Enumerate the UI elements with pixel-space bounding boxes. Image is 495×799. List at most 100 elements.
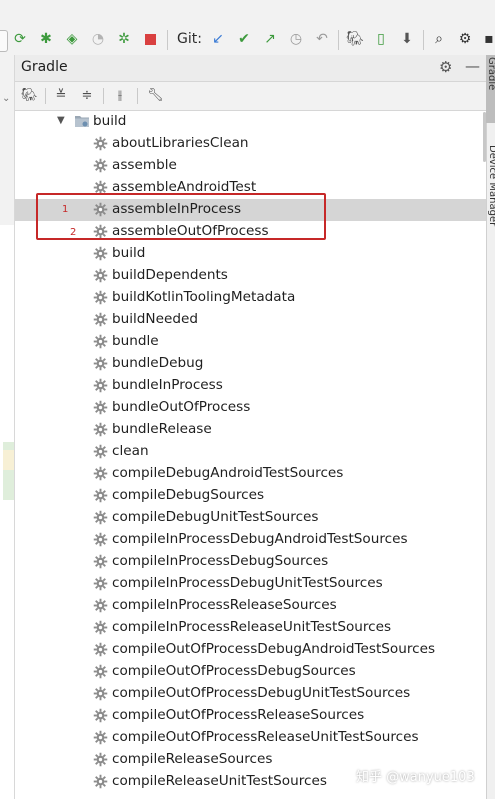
task-label: compileOutOfProcessReleaseSources bbox=[112, 707, 365, 723]
git-update-icon[interactable]: ↙ bbox=[210, 31, 226, 47]
task-label: compileOutOfProcessReleaseUnitTestSource… bbox=[112, 729, 419, 745]
tree-task-row[interactable]: compileInProcessDebugSources bbox=[15, 551, 486, 573]
main-toolbar: ⟳ ✱ ◈ ◔ ✲ Git: ↙ ✔ ↗ ◷ ↶ 🐘︎ ▯ ⬇ ⌕ ⚙ ▪ bbox=[0, 0, 495, 55]
stop-icon[interactable] bbox=[142, 31, 158, 47]
task-label: clean bbox=[112, 443, 149, 459]
settings-icon[interactable]: ⚙ bbox=[457, 31, 473, 47]
task-label: compileReleaseSources bbox=[112, 751, 273, 767]
gear-icon bbox=[93, 510, 108, 525]
git-push-icon[interactable]: ↗ bbox=[262, 31, 278, 47]
expand-arrow-icon[interactable]: ▼ bbox=[57, 115, 65, 126]
git-label: Git: bbox=[177, 31, 202, 47]
tree-task-row[interactable]: bundleInProcess bbox=[15, 375, 486, 397]
tree-task-row[interactable]: compileInProcessDebugUnitTestSources bbox=[15, 573, 486, 595]
task-label: compileDebugSources bbox=[112, 487, 265, 503]
tree-task-row[interactable]: buildNeeded bbox=[15, 309, 486, 331]
tree-node-build-folder[interactable]: ▼ build bbox=[15, 111, 486, 133]
collapse-all-icon[interactable]: ≑ bbox=[79, 88, 95, 104]
tree-task-row[interactable]: compileDebugSources bbox=[15, 485, 486, 507]
annotation-number: 2 bbox=[70, 227, 77, 238]
gear-icon bbox=[93, 620, 108, 635]
task-label: bundleDebug bbox=[112, 355, 204, 371]
tree-task-row[interactable]: bundle bbox=[15, 331, 486, 353]
overflow-icon[interactable]: ▪ bbox=[481, 31, 495, 47]
toggle-offline-icon[interactable]: ⫲ bbox=[112, 88, 128, 104]
debug-icon[interactable]: ✱ bbox=[38, 31, 54, 47]
search-icon[interactable]: ⌕ bbox=[431, 31, 447, 47]
tree-task-row[interactable]: compileInProcessReleaseSources bbox=[15, 595, 486, 617]
git-rollback-icon[interactable]: ↶ bbox=[314, 31, 330, 47]
panel-title: Gradle bbox=[21, 59, 68, 75]
sync-gradle-icon[interactable]: 🐘︎ bbox=[346, 31, 364, 47]
gear-icon[interactable]: ⚙ bbox=[439, 58, 452, 76]
tree-task-row[interactable]: aboutLibrariesClean bbox=[15, 133, 486, 155]
task-label: buildKotlinToolingMetadata bbox=[112, 289, 296, 305]
task-label: bundleRelease bbox=[112, 421, 212, 437]
task-label: build bbox=[112, 245, 146, 261]
tree-task-row[interactable]: build bbox=[15, 243, 486, 265]
editor-gutter: ⌄ bbox=[0, 55, 15, 799]
rerun-icon[interactable]: ⟳ bbox=[12, 31, 28, 47]
tree-task-row[interactable]: compileDebugAndroidTestSources bbox=[15, 463, 486, 485]
tab-gradle-label: Gradle bbox=[486, 57, 495, 91]
gear-icon bbox=[93, 664, 108, 679]
git-history-icon[interactable]: ◷ bbox=[288, 31, 304, 47]
tree-task-row[interactable]: compileInProcessReleaseUnitTestSources bbox=[15, 617, 486, 639]
tree-task-row[interactable]: compileOutOfProcessReleaseSources bbox=[15, 705, 486, 727]
tree-task-row[interactable]: compileInProcessDebugAndroidTestSources bbox=[15, 529, 486, 551]
gear-icon bbox=[93, 334, 108, 349]
gear-icon bbox=[93, 268, 108, 283]
expand-all-icon[interactable]: ≚ bbox=[53, 88, 69, 104]
tree-task-row[interactable]: compileOutOfProcessDebugAndroidTestSourc… bbox=[15, 639, 486, 661]
task-label: assemble bbox=[112, 157, 177, 173]
git-commit-icon[interactable]: ✔ bbox=[236, 31, 252, 47]
tree-task-row[interactable]: bundleRelease bbox=[15, 419, 486, 441]
tab-gradle[interactable]: Gradle bbox=[486, 55, 495, 123]
gear-icon bbox=[93, 400, 108, 415]
device-manager-icon[interactable]: ▯ bbox=[373, 31, 389, 47]
minimize-icon[interactable]: — bbox=[465, 57, 480, 75]
attach-debugger-icon[interactable]: ✲ bbox=[116, 31, 132, 47]
gear-icon bbox=[93, 136, 108, 151]
task-label: buildNeeded bbox=[112, 311, 198, 327]
gradle-panel-header: Gradle ⚙ — bbox=[15, 55, 486, 82]
task-label: compileInProcessReleaseSources bbox=[112, 597, 337, 613]
gear-icon bbox=[93, 774, 108, 789]
gradle-elephant-icon[interactable]: 🐘︎ bbox=[21, 88, 38, 104]
tree-task-row[interactable]: assemble bbox=[15, 155, 486, 177]
task-label: compileDebugAndroidTestSources bbox=[112, 465, 344, 481]
tree-task-row[interactable]: compileDebugUnitTestSources bbox=[15, 507, 486, 529]
highlight-box bbox=[36, 193, 326, 240]
tree-task-row[interactable]: buildDependents bbox=[15, 265, 486, 287]
gear-icon bbox=[93, 642, 108, 657]
watermark: 知乎 @wanyue103 bbox=[356, 770, 475, 785]
tree-task-row[interactable]: bundleDebug bbox=[15, 353, 486, 375]
tree-task-row[interactable]: bundleOutOfProcess bbox=[15, 397, 486, 419]
gear-icon bbox=[93, 576, 108, 591]
chevron-down-icon[interactable]: ⌄ bbox=[2, 93, 10, 104]
tree-task-row[interactable]: compileOutOfProcessReleaseUnitTestSource… bbox=[15, 727, 486, 749]
task-label: buildDependents bbox=[112, 267, 228, 283]
sdk-manager-icon[interactable]: ⬇ bbox=[399, 31, 415, 47]
coverage-icon[interactable]: ◈ bbox=[64, 31, 80, 47]
gear-icon bbox=[93, 158, 108, 173]
tree-task-row[interactable]: compileOutOfProcessDebugUnitTestSources bbox=[15, 683, 486, 705]
gear-icon bbox=[93, 378, 108, 393]
gradle-panel-toolbar: 🐘︎ ≚ ≑ ⫲ 🔧︎ bbox=[15, 82, 486, 111]
profile-icon[interactable]: ◔ bbox=[90, 31, 106, 47]
tree-task-row[interactable]: compileOutOfProcessDebugSources bbox=[15, 661, 486, 683]
build-tools-icon[interactable]: 🔧︎ bbox=[147, 88, 164, 104]
run-config-selector[interactable] bbox=[0, 30, 8, 52]
tree-task-row[interactable]: clean bbox=[15, 441, 486, 463]
gear-icon bbox=[93, 312, 108, 327]
tab-device-manager[interactable]: Device Manager bbox=[487, 145, 495, 226]
folder-icon bbox=[75, 116, 89, 127]
task-label: compileInProcessDebugSources bbox=[112, 553, 329, 569]
tree-task-row[interactable]: buildKotlinToolingMetadata bbox=[15, 287, 486, 309]
gear-icon bbox=[93, 290, 108, 305]
gear-icon bbox=[93, 422, 108, 437]
task-label: aboutLibrariesClean bbox=[112, 135, 249, 151]
gear-icon bbox=[93, 598, 108, 613]
task-label: compileInProcessReleaseUnitTestSources bbox=[112, 619, 392, 635]
gear-icon bbox=[93, 488, 108, 503]
